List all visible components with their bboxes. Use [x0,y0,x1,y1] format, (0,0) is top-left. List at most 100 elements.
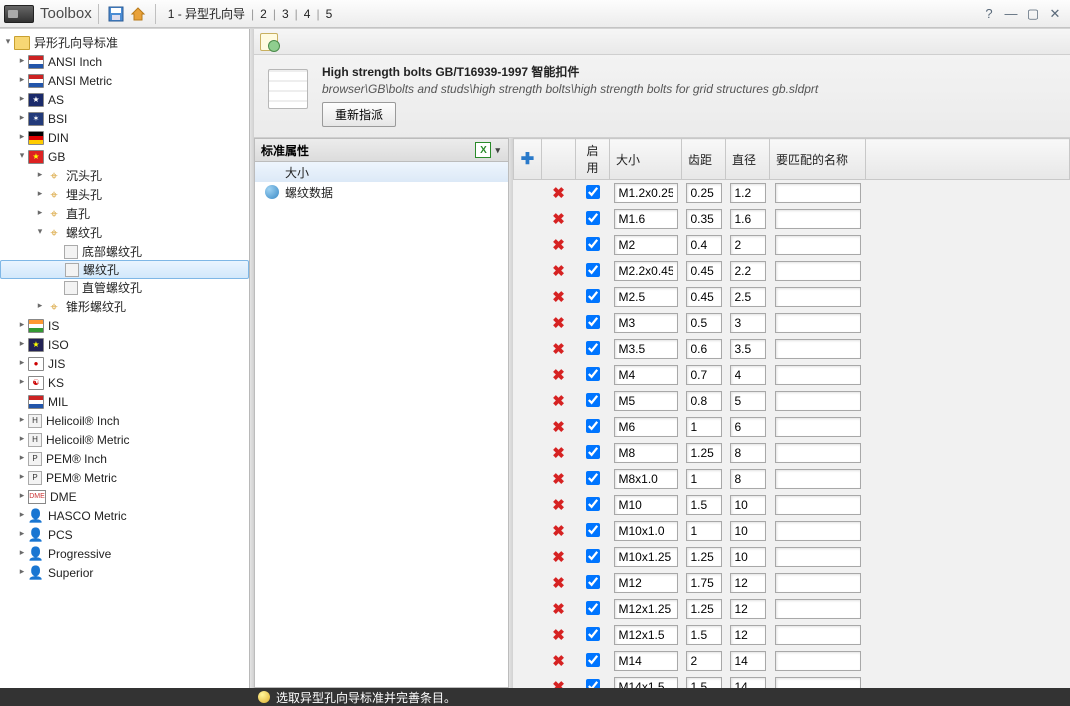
enable-checkbox[interactable] [586,367,600,381]
match-input[interactable] [775,443,861,463]
match-input[interactable] [775,365,861,385]
tree-helicoil-metric[interactable]: ▸HHelicoil® Metric [0,430,249,449]
size-input[interactable] [614,651,678,671]
tab-4[interactable]: 4 [302,7,313,21]
tree-gb-luowen-zhiguan[interactable]: ▸直管螺纹孔 [0,278,249,297]
dia-input[interactable] [730,287,766,307]
pitch-input[interactable] [686,521,722,541]
enable-checkbox[interactable] [586,263,600,277]
tree-gb[interactable]: ▾★GB [0,147,249,166]
property-size[interactable]: 大小 [255,162,508,182]
delete-row-icon[interactable]: ✖ [552,237,565,254]
tree-jis[interactable]: ▸●JIS [0,354,249,373]
tree-ansi-inch[interactable]: ▸ANSI Inch [0,52,249,71]
size-input[interactable] [614,495,678,515]
size-input[interactable] [614,391,678,411]
delete-row-icon[interactable]: ✖ [552,627,565,644]
delete-row-icon[interactable]: ✖ [552,289,565,306]
standards-tree[interactable]: ▾异形孔向导标准 ▸ANSI Inch ▸ANSI Metric ▸★AS ▸✶… [0,29,250,688]
enable-checkbox[interactable] [586,523,600,537]
dropdown-icon[interactable]: ▾ [493,145,502,156]
dia-input[interactable] [730,677,766,688]
dia-input[interactable] [730,469,766,489]
match-input[interactable] [775,651,861,671]
dia-input[interactable] [730,261,766,281]
delete-row-icon[interactable]: ✖ [552,315,565,332]
pitch-input[interactable] [686,443,722,463]
delete-row-icon[interactable]: ✖ [552,471,565,488]
tree-pem-inch[interactable]: ▸PPEM® Inch [0,449,249,468]
tree-bsi[interactable]: ▸✶BSI [0,109,249,128]
tree-hasco[interactable]: ▸👤HASCO Metric [0,506,249,525]
enable-checkbox[interactable] [586,575,600,589]
delete-row-icon[interactable]: ✖ [552,679,565,688]
property-thread-data[interactable]: 螺纹数据 [255,182,508,202]
pitch-input[interactable] [686,651,722,671]
dia-input[interactable] [730,183,766,203]
col-add[interactable]: ✚ [514,139,542,180]
dia-input[interactable] [730,339,766,359]
enable-checkbox[interactable] [586,445,600,459]
size-input[interactable] [614,365,678,385]
tree-progressive[interactable]: ▸👤Progressive [0,544,249,563]
enable-checkbox[interactable] [586,601,600,615]
pitch-input[interactable] [686,417,722,437]
close-button[interactable]: ✕ [1044,4,1066,24]
match-input[interactable] [775,209,861,229]
size-input[interactable] [614,547,678,567]
pitch-input[interactable] [686,365,722,385]
enable-checkbox[interactable] [586,185,600,199]
delete-row-icon[interactable]: ✖ [552,445,565,462]
tree-gb-luowen[interactable]: ▾⌖螺纹孔 [0,223,249,242]
match-input[interactable] [775,469,861,489]
dia-input[interactable] [730,625,766,645]
match-input[interactable] [775,261,861,281]
dia-input[interactable] [730,417,766,437]
delete-row-icon[interactable]: ✖ [552,185,565,202]
match-input[interactable] [775,495,861,515]
match-input[interactable] [775,313,861,333]
tree-is[interactable]: ▸IS [0,316,249,335]
pitch-input[interactable] [686,287,722,307]
tree-mil[interactable]: ▸MIL [0,392,249,411]
match-input[interactable] [775,417,861,437]
match-input[interactable] [775,625,861,645]
match-input[interactable] [775,573,861,593]
size-input[interactable] [614,417,678,437]
table-scroll[interactable]: ✚ 启用 大小 齿距 直径 要匹配的名称 ✖✖✖✖✖✖✖✖✖✖✖✖✖✖✖✖✖✖✖… [513,138,1070,688]
tree-ansi-metric[interactable]: ▸ANSI Metric [0,71,249,90]
tree-pem-metric[interactable]: ▸PPEM® Metric [0,468,249,487]
pitch-input[interactable] [686,235,722,255]
tree-gb-zhuixing[interactable]: ▸⌖锥形螺纹孔 [0,297,249,316]
enable-checkbox[interactable] [586,419,600,433]
delete-row-icon[interactable]: ✖ [552,523,565,540]
delete-row-icon[interactable]: ✖ [552,341,565,358]
minimize-button[interactable]: — [1000,4,1022,24]
size-input[interactable] [614,573,678,593]
delete-row-icon[interactable]: ✖ [552,575,565,592]
match-input[interactable] [775,677,861,688]
pitch-input[interactable] [686,391,722,411]
pitch-input[interactable] [686,339,722,359]
size-input[interactable] [614,287,678,307]
enable-checkbox[interactable] [586,341,600,355]
tree-gb-zhikong[interactable]: ▸⌖直孔 [0,204,249,223]
delete-row-icon[interactable]: ✖ [552,497,565,514]
enable-checkbox[interactable] [586,653,600,667]
pitch-input[interactable] [686,625,722,645]
match-input[interactable] [775,599,861,619]
enable-checkbox[interactable] [586,497,600,511]
pitch-input[interactable] [686,209,722,229]
help-button[interactable]: ? [978,4,1000,24]
dia-input[interactable] [730,547,766,567]
dia-input[interactable] [730,209,766,229]
enable-checkbox[interactable] [586,627,600,641]
match-input[interactable] [775,547,861,567]
size-input[interactable] [614,521,678,541]
excel-export-icon[interactable]: X [475,142,491,158]
tree-iso[interactable]: ▸★ISO [0,335,249,354]
enable-checkbox[interactable] [586,211,600,225]
size-input[interactable] [614,209,678,229]
dia-input[interactable] [730,365,766,385]
enable-checkbox[interactable] [586,315,600,329]
